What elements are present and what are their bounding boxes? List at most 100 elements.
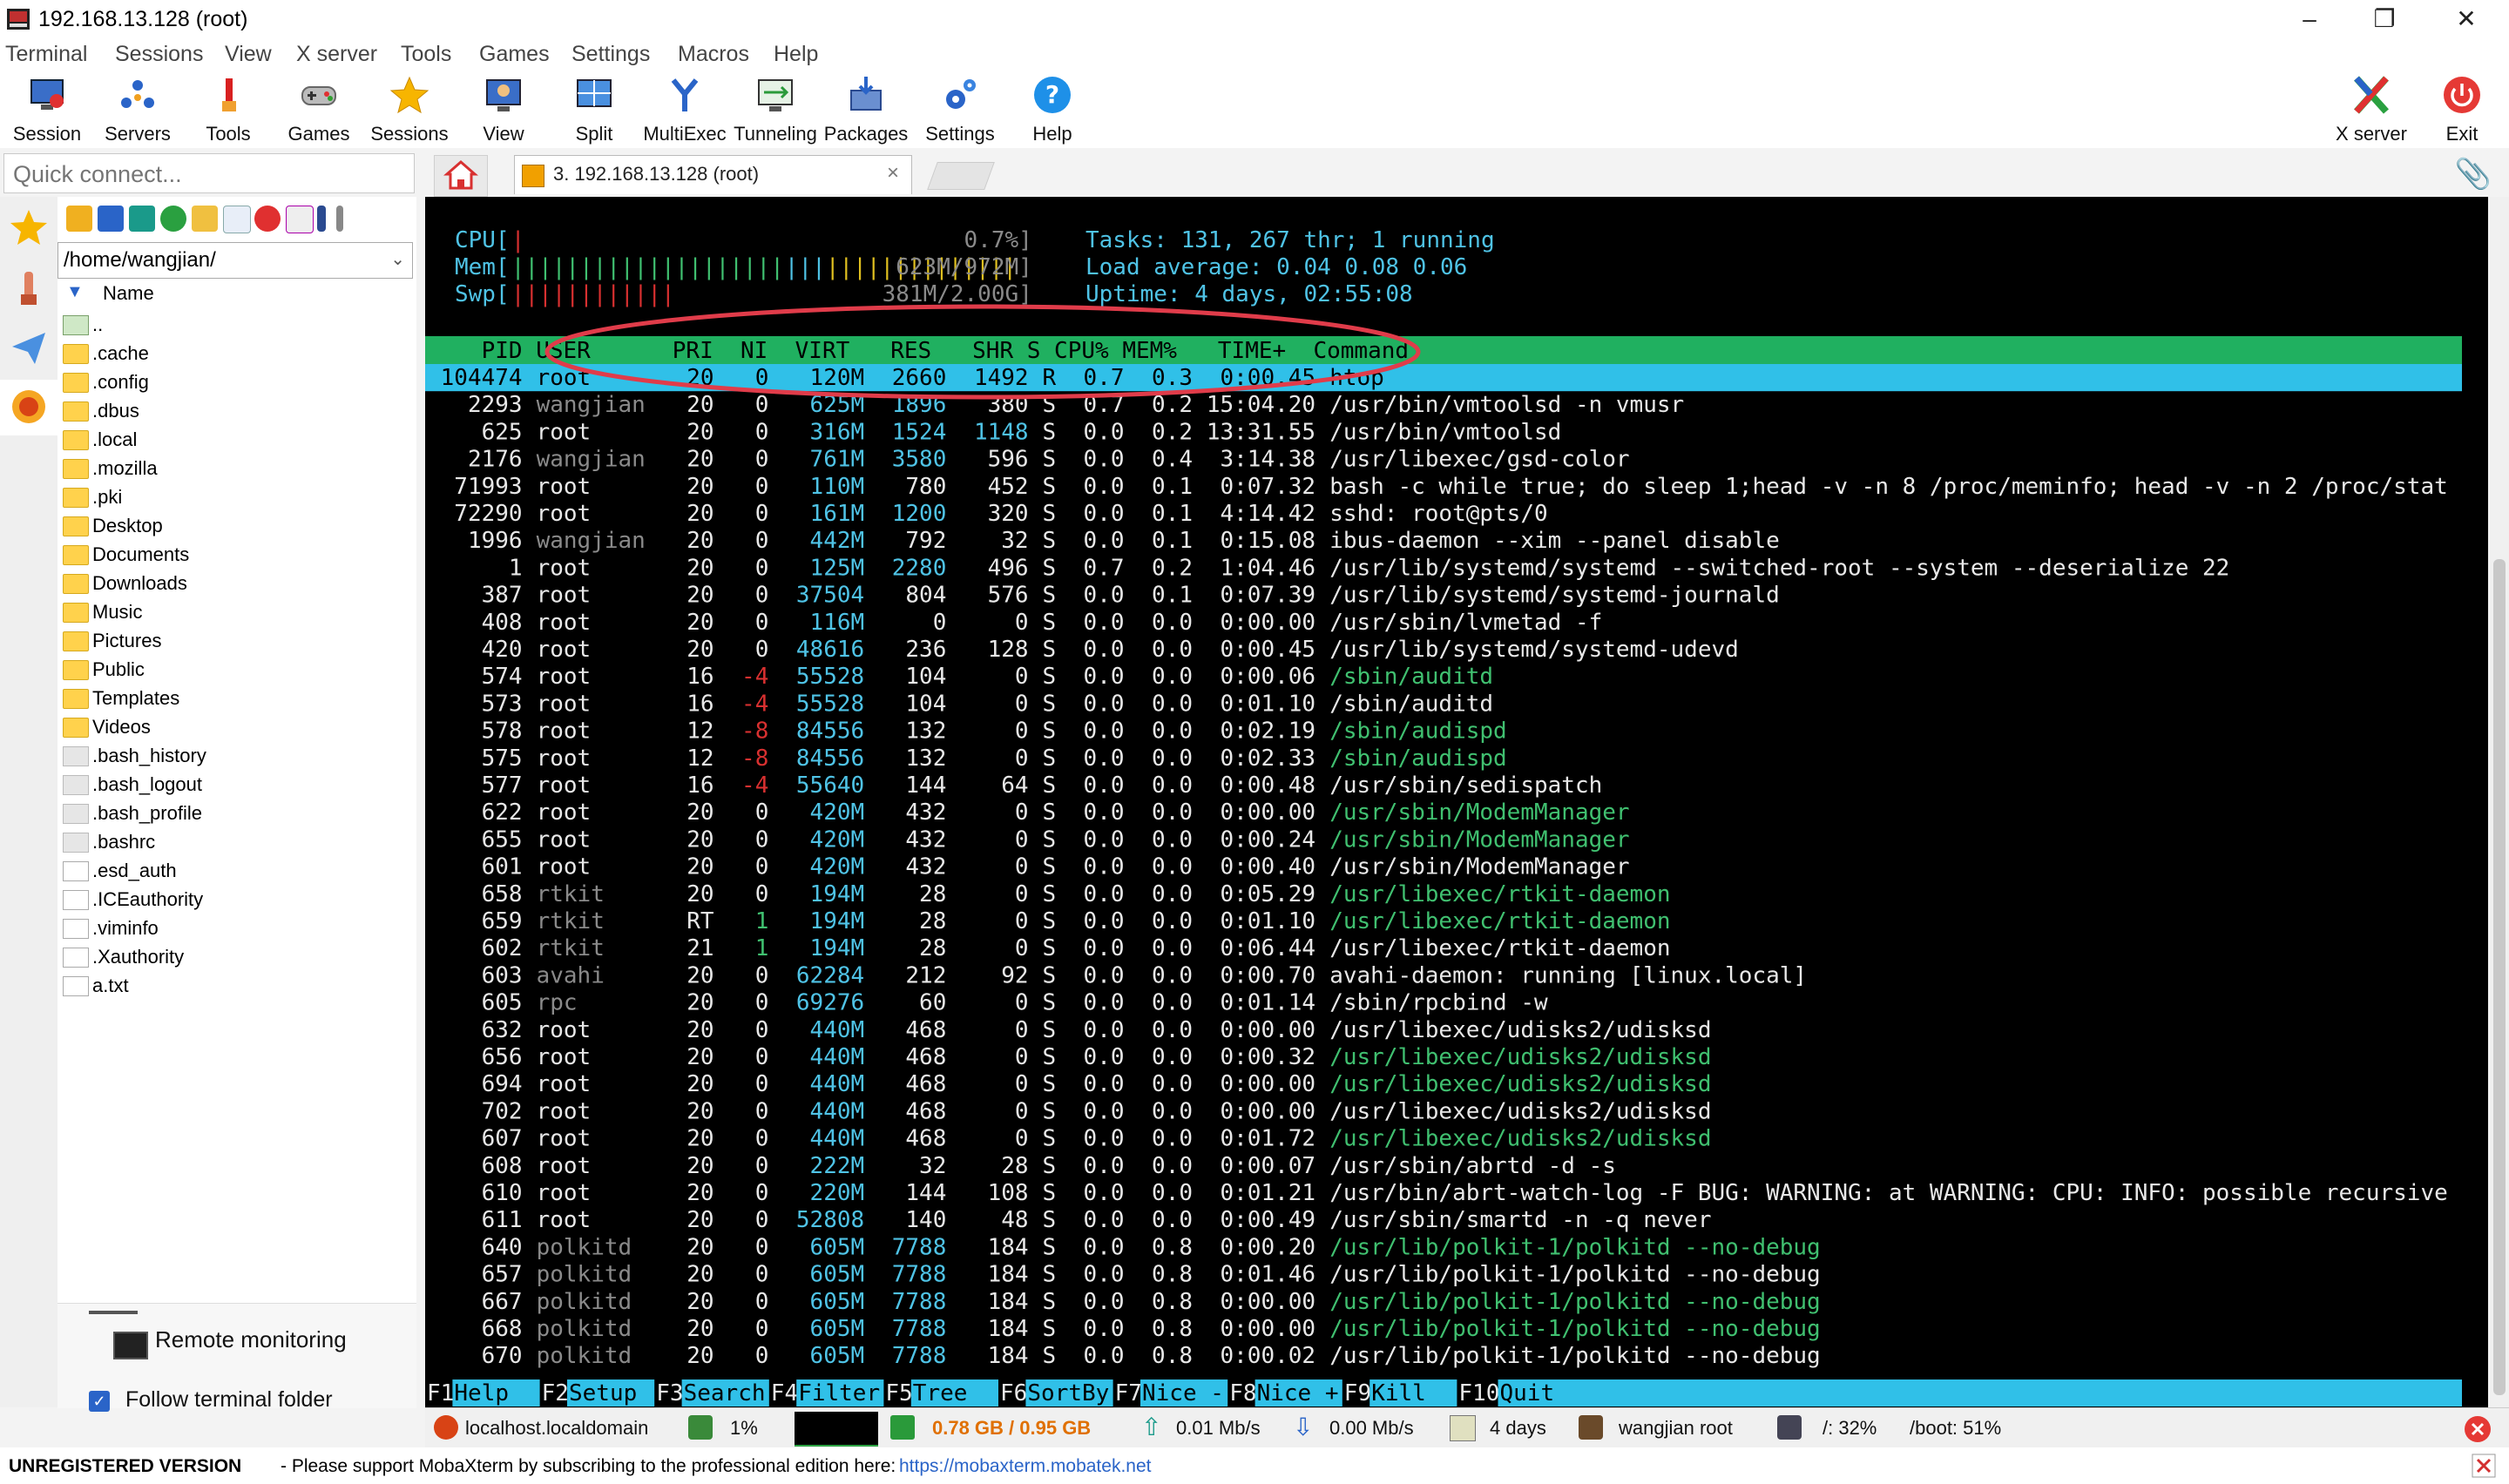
tools-strip-icon[interactable] xyxy=(9,268,49,308)
file-item[interactable]: .cache xyxy=(57,339,411,368)
exit-button[interactable]: Exit xyxy=(2418,75,2506,145)
rename-icon[interactable] xyxy=(286,206,314,233)
file-item[interactable]: Pictures xyxy=(57,626,411,655)
file-item[interactable]: Music xyxy=(57,597,411,626)
cell: 670 xyxy=(427,1343,523,1369)
menu-x-server[interactable]: X server xyxy=(296,42,377,67)
file-item[interactable]: .config xyxy=(57,368,411,396)
cell: S xyxy=(1043,528,1057,554)
menu-view[interactable]: View xyxy=(225,42,272,67)
cell: 605M xyxy=(796,1289,864,1315)
new-file-icon[interactable] xyxy=(223,206,251,233)
xserver-button[interactable]: X server xyxy=(2328,75,2415,145)
quick-connect-input[interactable] xyxy=(11,156,398,192)
menu-games[interactable]: Games xyxy=(479,42,550,67)
file-item[interactable]: Downloads xyxy=(57,569,411,597)
file-item[interactable]: .ICEauthority xyxy=(57,885,411,914)
split-button[interactable]: Split xyxy=(551,75,638,145)
menu-sessions[interactable]: Sessions xyxy=(115,42,203,67)
more-icon[interactable] xyxy=(336,206,343,232)
file-item[interactable]: Desktop xyxy=(57,511,411,540)
file-icon xyxy=(63,890,89,910)
file-item[interactable]: .. xyxy=(57,310,411,339)
tasks-line: Tasks: 131, 267 thr; 1 running xyxy=(1085,227,1495,253)
cell: 0.0 xyxy=(1070,583,1125,609)
file-item[interactable]: .viminfo xyxy=(57,914,411,942)
close-window-button[interactable]: ✕ xyxy=(2427,2,2506,37)
tunneling-button[interactable]: Tunneling xyxy=(732,75,819,145)
cell: root xyxy=(537,772,592,799)
menu-terminal[interactable]: Terminal xyxy=(5,42,87,67)
file-item[interactable]: .dbus xyxy=(57,396,411,425)
help-button[interactable]: ? Help xyxy=(1009,75,1096,145)
parent-folder-icon[interactable] xyxy=(66,206,92,232)
tools-button[interactable]: Tools xyxy=(185,75,272,145)
file-item[interactable]: .bashrc xyxy=(57,827,411,856)
terminal[interactable]: CPU[| 0.7%] Mem[|||||||||||||||||||| ||| |||… xyxy=(425,197,2488,1407)
packages-button[interactable]: Packages xyxy=(822,75,910,145)
minimize-button[interactable]: – xyxy=(2270,2,2349,37)
follow-folder-checkbox[interactable]: ✓ xyxy=(89,1391,110,1412)
cell: 71993 xyxy=(427,474,523,500)
file-item[interactable]: .local xyxy=(57,425,411,454)
terminal-scrollbar[interactable] xyxy=(2490,197,2509,1407)
bookmark-icon[interactable] xyxy=(317,206,326,232)
file-item[interactable]: .Xauthority xyxy=(57,942,411,971)
menu-macros[interactable]: Macros xyxy=(678,42,749,67)
menu-tools[interactable]: Tools xyxy=(401,42,451,67)
file-item[interactable]: .bash_profile xyxy=(57,799,411,827)
fkey-F4: F4 xyxy=(771,1380,798,1406)
file-item[interactable]: Documents xyxy=(57,540,411,569)
session-button[interactable]: Session xyxy=(3,75,91,145)
path-dropdown[interactable]: /home/wangjian/ ⌄ xyxy=(57,242,413,279)
sftp-tab[interactable] xyxy=(0,380,57,435)
file-name: .bashrc xyxy=(92,831,156,853)
view-button[interactable]: View xyxy=(460,75,547,145)
close-status-icon[interactable] xyxy=(2464,1415,2492,1443)
download-icon[interactable] xyxy=(98,206,124,232)
multiexec-button[interactable]: MultiExec xyxy=(641,75,728,145)
cell: 0.0 xyxy=(1138,637,1193,663)
cell: 0 xyxy=(960,799,1028,826)
file-item[interactable]: .pki xyxy=(57,482,411,511)
file-item[interactable]: a.txt xyxy=(57,971,411,1000)
menu-settings[interactable]: Settings xyxy=(571,42,650,67)
cell: S xyxy=(1043,447,1057,473)
file-item[interactable]: Templates xyxy=(57,684,411,712)
file-list-header[interactable]: ▼ Name xyxy=(57,279,411,308)
cell: 28 xyxy=(960,1153,1028,1179)
send-icon[interactable] xyxy=(9,327,49,368)
settings-button[interactable]: Settings xyxy=(916,75,1004,145)
cell: 60 xyxy=(878,990,946,1016)
file-item[interactable]: .bash_logout xyxy=(57,770,411,799)
cell: 0:00.24 xyxy=(1193,826,1315,853)
restore-button[interactable]: ❐ xyxy=(2345,2,2424,37)
file-item[interactable]: Videos xyxy=(57,712,411,741)
cell: S xyxy=(1043,908,1057,934)
paperclip-icon[interactable]: 📎 xyxy=(2455,157,2492,192)
games-button[interactable]: Games xyxy=(275,75,362,145)
file-icon xyxy=(63,861,89,881)
file-item[interactable]: Public xyxy=(57,655,411,684)
footer-close-icon[interactable] xyxy=(2471,1453,2497,1479)
sessions-button[interactable]: Sessions xyxy=(366,75,453,145)
delete-icon[interactable] xyxy=(254,206,281,232)
file-item[interactable]: .bash_history xyxy=(57,741,411,770)
home-tab[interactable] xyxy=(434,155,488,197)
upload-icon[interactable] xyxy=(129,206,155,232)
tab-close-icon[interactable]: × xyxy=(887,161,899,186)
refresh-icon[interactable] xyxy=(160,206,186,232)
new-tab-button[interactable] xyxy=(927,162,995,190)
menu-help[interactable]: Help xyxy=(774,42,818,67)
remote-monitoring-toggle[interactable]: Remote monitoring xyxy=(155,1326,347,1353)
favorites-star-icon[interactable] xyxy=(9,207,49,247)
tab-session-3[interactable]: 3. 192.168.13.128 (root) × xyxy=(514,155,912,194)
file-item[interactable]: .esd_auth xyxy=(57,856,411,885)
file-item[interactable]: .mozilla xyxy=(57,454,411,482)
panel-grip[interactable] xyxy=(89,1311,138,1314)
scrollbar-thumb[interactable] xyxy=(2493,559,2506,1395)
new-folder-icon[interactable] xyxy=(192,206,218,232)
servers-button[interactable]: Servers xyxy=(94,75,181,145)
cell: 659 xyxy=(427,908,523,934)
mobatek-link[interactable]: https://mobaxterm.mobatek.net xyxy=(899,1456,1151,1477)
